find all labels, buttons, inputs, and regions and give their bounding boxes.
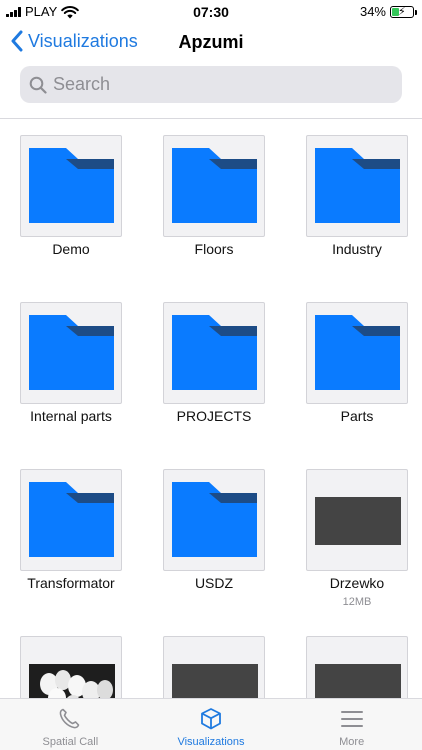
file-preview-image: [172, 664, 258, 698]
folder-icon: [29, 315, 114, 390]
folder-icon: [315, 148, 400, 223]
file-preview-image: [29, 664, 115, 698]
tab-label: Spatial Call: [42, 736, 99, 748]
item-name: Parts: [340, 408, 374, 424]
battery-percent: 34%: [359, 4, 386, 19]
item-name: Drzewko: [329, 575, 385, 591]
items-grid: Demo Floors Industry Internal parts PROJ…: [0, 119, 422, 698]
folder-icon: [172, 315, 257, 390]
status-time: 07:30: [193, 4, 229, 20]
navigation-bar: Visualizations Apzumi: [0, 28, 422, 60]
file-preview-image: [315, 664, 401, 698]
folder-thumbnail[interactable]: [20, 302, 122, 404]
folder-thumbnail[interactable]: [306, 135, 408, 237]
item-name: Transformator: [27, 575, 115, 591]
folder-thumbnail[interactable]: [306, 302, 408, 404]
search-input[interactable]: [53, 74, 393, 95]
file-thumbnail[interactable]: [306, 636, 408, 698]
chevron-left-icon: [11, 30, 23, 52]
item-name: USDZ: [194, 575, 234, 591]
folder-icon: [29, 148, 114, 223]
search-icon: [29, 76, 47, 94]
cube-icon: [201, 708, 221, 730]
item-name: Floors: [194, 241, 234, 257]
file-thumbnail[interactable]: [20, 636, 122, 698]
file-thumbnail[interactable]: [306, 469, 408, 571]
folder-icon: [172, 148, 257, 223]
item-size: 12MB: [342, 596, 372, 608]
phone-icon: [59, 708, 80, 729]
folder-thumbnail[interactable]: [20, 469, 122, 571]
item-name: PROJECTS: [176, 408, 252, 424]
item-name: Industry: [332, 241, 382, 257]
folder-icon: [315, 315, 400, 390]
menu-icon: [340, 711, 363, 727]
file-thumbnail[interactable]: [163, 636, 265, 698]
tab-label: Visualizations: [177, 736, 245, 748]
back-button-label: Visualizations: [28, 30, 138, 51]
item-name: Demo: [52, 241, 90, 257]
folder-thumbnail[interactable]: [163, 302, 265, 404]
charging-bolt-icon: ⚡: [398, 5, 406, 18]
battery-icon: ⚡: [390, 5, 417, 18]
file-preview-image: [315, 497, 401, 545]
tab-label: More: [339, 736, 365, 748]
back-button[interactable]: Visualizations: [10, 30, 138, 52]
folder-thumbnail[interactable]: [163, 469, 265, 571]
tab-spatial-call[interactable]: Spatial Call: [0, 699, 141, 750]
tab-visualizations[interactable]: Visualizations: [141, 699, 282, 750]
tab-bar: Spatial Call Visualizations More: [0, 698, 422, 750]
item-name: Internal parts: [30, 408, 112, 424]
folder-icon: [172, 482, 257, 557]
page-title: Apzumi: [178, 32, 244, 52]
folder-icon: [29, 482, 114, 557]
folder-thumbnail[interactable]: [163, 135, 265, 237]
tab-more[interactable]: More: [281, 699, 422, 750]
search-bar[interactable]: [20, 66, 402, 103]
status-bar: PLAY 07:30 34% ⚡: [0, 0, 422, 24]
status-right: 34% ⚡: [359, 4, 417, 19]
folder-thumbnail[interactable]: [20, 135, 122, 237]
